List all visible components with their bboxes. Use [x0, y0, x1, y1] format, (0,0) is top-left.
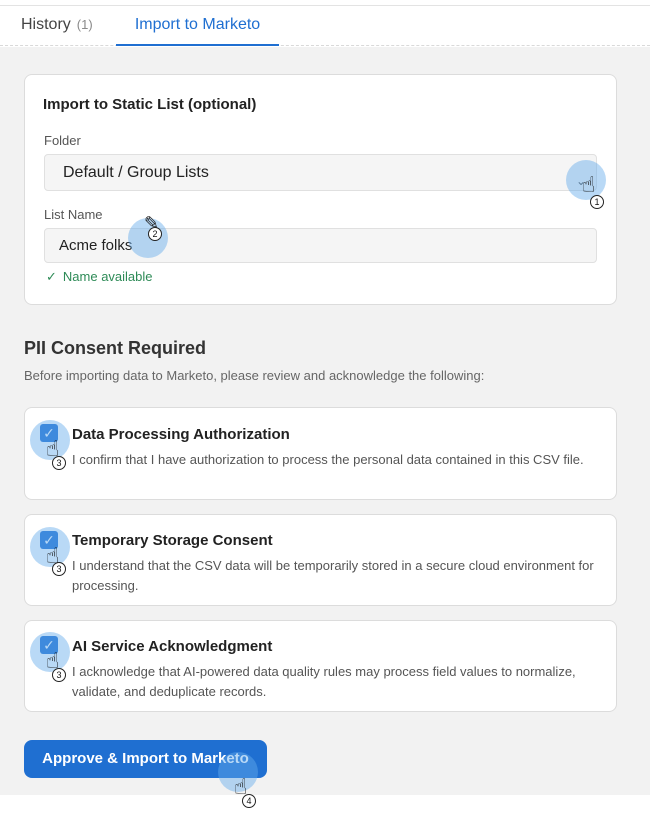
- step-badge-4: 4: [242, 794, 256, 808]
- consent-title-ai-service: AI Service Acknowledgment: [72, 638, 273, 655]
- folder-select-value: Default / Group Lists: [63, 164, 209, 181]
- step-badge-3a: 3: [52, 456, 66, 470]
- static-list-title: Import to Static List (optional): [43, 96, 257, 113]
- list-name-input[interactable]: Acme folks: [44, 228, 597, 263]
- checkmark-icon: ✓: [46, 269, 57, 284]
- consent-desc-temporary-storage: I understand that the CSV data will be t…: [72, 558, 594, 593]
- tab-bar: History (1) Import to Marketo: [0, 6, 650, 46]
- consent-title-temporary-storage: Temporary Storage Consent: [72, 532, 273, 549]
- list-name-label: List Name: [44, 207, 103, 222]
- consent-desc-data-processing: I confirm that I have authorization to p…: [72, 452, 584, 467]
- hand-pointer-icon: ☝: [582, 172, 596, 197]
- tab-history-count: (1): [76, 17, 93, 32]
- step-badge-2: 2: [148, 227, 162, 241]
- tab-history[interactable]: History (1): [21, 6, 93, 46]
- tab-history-label: History: [21, 16, 71, 33]
- name-available-status: ✓ Name available: [46, 269, 153, 285]
- step-badge-3c: 3: [52, 668, 66, 682]
- step-badge-1: 1: [590, 195, 604, 209]
- consent-desc-ai-service: I acknowledge that AI-powered data quali…: [72, 664, 576, 699]
- folder-select[interactable]: Default / Group Lists ⌄: [44, 154, 597, 191]
- step-badge-3b: 3: [52, 562, 66, 576]
- tab-import-label: Import to Marketo: [134, 16, 261, 33]
- pii-consent-title: PII Consent Required: [24, 338, 207, 358]
- folder-label: Folder: [44, 133, 81, 148]
- list-name-value: Acme folks: [59, 237, 133, 254]
- consent-title-data-processing: Data Processing Authorization: [72, 426, 290, 443]
- pii-consent-subtitle: Before importing data to Marketo, please…: [24, 368, 485, 383]
- tab-import-to-marketo[interactable]: Import to Marketo: [116, 6, 279, 46]
- name-available-text: Name available: [62, 269, 153, 284]
- footer-area: [0, 795, 650, 815]
